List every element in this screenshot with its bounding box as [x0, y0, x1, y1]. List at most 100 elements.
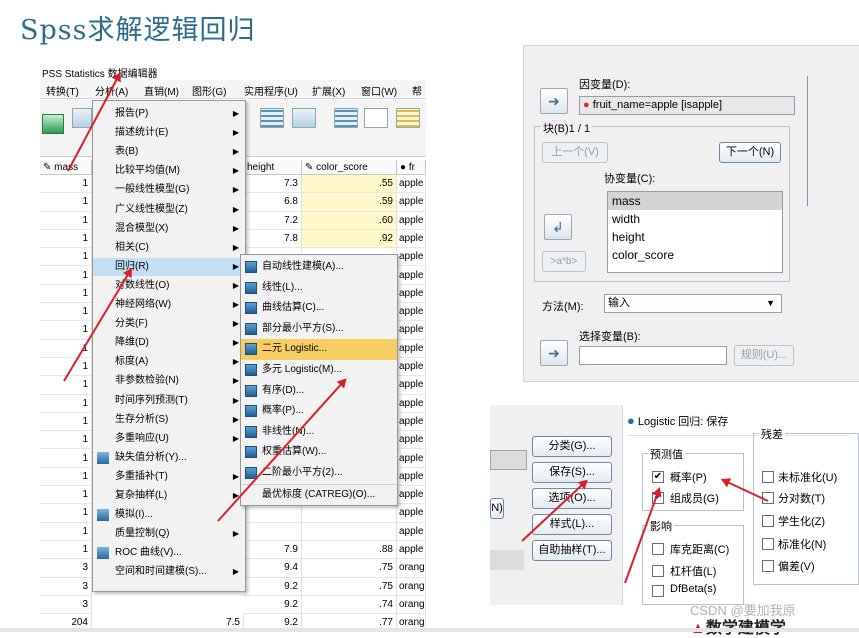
cooks-distance-checkbox[interactable]	[652, 543, 664, 555]
cell-mass[interactable]: 1	[40, 211, 92, 230]
col-header-height[interactable]: height	[244, 160, 302, 175]
studentized-checkbox[interactable]	[762, 515, 774, 527]
cell-mass[interactable]: 1	[40, 303, 92, 322]
cell-mass[interactable]: 1	[40, 321, 92, 340]
regression-menu-item[interactable]: 多元 Logistic(M)...	[241, 360, 397, 381]
cell-height[interactable]: 7.8	[244, 229, 302, 249]
cell-mass[interactable]: 1	[40, 449, 92, 468]
cell-mass[interactable]: 1	[40, 229, 92, 249]
analyze-menu-item[interactable]: 回归(R) ▶	[93, 257, 245, 277]
analyze-menu-item[interactable]: 缺失值分析(Y)...	[93, 449, 245, 468]
move-selection-button[interactable]: ➜	[540, 340, 568, 366]
cell-mass[interactable]: 1	[40, 486, 92, 505]
cell-color-score[interactable]: .75	[302, 559, 397, 578]
analyze-menu-item[interactable]: 标度(A) ▶	[93, 353, 245, 372]
cell-fruit[interactable]: apple	[397, 541, 426, 560]
menu-utilities[interactable]: 实用程序(U)	[244, 83, 298, 98]
cell-fruit[interactable]: apple	[397, 504, 426, 523]
regression-menu-item[interactable]: 最优标度 (CATREG)(O)...	[241, 483, 397, 505]
analyze-menu-item[interactable]: 混合模型(X) ▶	[93, 220, 245, 239]
cell-color-score[interactable]	[302, 504, 397, 523]
cell-mass[interactable]: 1	[40, 412, 92, 432]
cell-color-score[interactable]: .74	[302, 595, 397, 615]
covariate-item[interactable]: mass	[608, 192, 782, 210]
classify-button[interactable]: 分类(G)...	[532, 436, 612, 457]
analyze-menu-item[interactable]: 降维(D) ▶	[93, 334, 245, 353]
analyze-menu-item[interactable]: 神经网络(W) ▶	[93, 296, 245, 315]
analyze-menu-item[interactable]: 质量控制(Q) ▶	[93, 525, 245, 544]
cell-fruit[interactable]: apple	[397, 449, 426, 468]
cell-mass[interactable]: 1	[40, 284, 92, 304]
analyze-menu-item[interactable]: 一般线性模型(G) ▶	[93, 181, 245, 200]
cell-height[interactable]	[244, 522, 302, 541]
cell-fruit[interactable]: apple	[397, 303, 426, 322]
cell-fruit[interactable]: apple	[397, 229, 426, 249]
dependent-field[interactable]: ● fruit_name=apple [isapple]	[579, 96, 795, 115]
leverage-checkbox[interactable]	[652, 565, 664, 577]
cell-mass[interactable]: 1	[40, 431, 92, 450]
cell-height[interactable]: 7.9	[244, 541, 302, 560]
regression-menu-item[interactable]: 二元 Logistic...	[241, 339, 397, 360]
covariate-item[interactable]: width	[608, 210, 782, 228]
regression-menu-item[interactable]: 概率(P)...	[241, 401, 397, 422]
cell-fruit[interactable]: apple	[397, 412, 426, 432]
cell-fruit[interactable]: apple	[397, 486, 426, 505]
split-file-icon[interactable]	[292, 108, 316, 128]
menu-graphs[interactable]: 图形(G)	[192, 83, 226, 98]
cell-color-score[interactable]: .59	[302, 193, 397, 212]
cell-mass[interactable]: 1	[40, 193, 92, 212]
cell-fruit[interactable]: apple	[397, 175, 426, 194]
menu-transform[interactable]: 转换(T)	[46, 83, 79, 98]
analyze-menu-item[interactable]: 空间和时间建模(S)... ▶	[93, 563, 245, 582]
data-view-icon[interactable]	[72, 108, 92, 128]
cell-color-score[interactable]: .60	[302, 211, 397, 230]
method-select[interactable]: 输入 ▼	[604, 294, 782, 313]
menu-extensions[interactable]: 扩展(X)	[312, 83, 345, 98]
col-header-color-score[interactable]: ✎ color_score	[302, 160, 397, 175]
regression-menu-item[interactable]: 部分最小平方(S)...	[241, 319, 397, 340]
cell-fruit[interactable]: apple	[397, 284, 426, 304]
cell-fruit[interactable]: apple	[397, 394, 426, 413]
analyze-menu-item[interactable]: 时间序列预测(T) ▶	[93, 392, 245, 411]
regression-menu-item[interactable]: 权重估算(W)...	[241, 442, 397, 463]
analyze-menu-item[interactable]: 复杂抽样(L) ▶	[93, 487, 245, 506]
rule-button[interactable]: 规则(U)...	[734, 345, 794, 366]
cell-fruit[interactable]: apple	[397, 248, 426, 267]
cell-color-score[interactable]: .55	[302, 175, 397, 194]
regression-menu-item[interactable]: 自动线性建模(A)...	[241, 257, 397, 278]
cell-mass[interactable]: 1	[40, 394, 92, 413]
dfbeta-checkbox[interactable]	[652, 585, 664, 597]
regression-menu-item[interactable]: 曲线估算(C)...	[241, 298, 397, 319]
cell-fruit[interactable]: apple	[397, 321, 426, 340]
cell-color-score[interactable]: .88	[302, 541, 397, 560]
cell-fruit[interactable]: apple	[397, 339, 426, 358]
cell-height[interactable]: 6.8	[244, 193, 302, 212]
cell-mass[interactable]: 1	[40, 248, 92, 267]
col-header-fruit[interactable]: ● fr	[397, 160, 426, 175]
cell-color-score[interactable]: .75	[302, 577, 397, 596]
cell-mass[interactable]: 1	[40, 522, 92, 541]
cell-fruit[interactable]: apple	[397, 376, 426, 395]
analyze-menu-item[interactable]: 相关(C) ▶	[93, 239, 245, 258]
unstandardized-checkbox[interactable]	[762, 471, 774, 483]
analyze-menu-item[interactable]: 多重响应(U) ▶	[93, 430, 245, 449]
cell-fruit[interactable]: apple	[397, 431, 426, 450]
regression-menu-item[interactable]: 有序(D)...	[241, 381, 397, 402]
cell-height[interactable]: 7.2	[244, 211, 302, 230]
cell-fruit[interactable]: orang	[397, 595, 426, 615]
move-dependent-button[interactable]: ➜	[540, 88, 568, 114]
cell-fruit[interactable]: apple	[397, 358, 426, 377]
cell-fruit[interactable]: orang	[397, 559, 426, 578]
cell-mass[interactable]: 1	[40, 467, 92, 487]
cell-color-score[interactable]: .92	[302, 229, 397, 249]
partial-button[interactable]: N)	[490, 498, 504, 519]
menu-direct-marketing[interactable]: 直销(M)	[144, 83, 179, 98]
deviance-checkbox[interactable]	[762, 560, 774, 572]
covariate-item[interactable]: color_score	[608, 246, 782, 264]
cell-mass[interactable]: 3	[40, 559, 92, 578]
analyze-menu-item[interactable]: 广义线性模型(Z) ▶	[93, 201, 245, 220]
analyze-menu-item[interactable]: 非参数检验(N) ▶	[93, 372, 245, 391]
cell-fruit[interactable]: apple	[397, 266, 426, 285]
previous-block-button[interactable]: 上一个(V)	[542, 142, 608, 163]
cell-height[interactable]: 9.4	[244, 559, 302, 578]
